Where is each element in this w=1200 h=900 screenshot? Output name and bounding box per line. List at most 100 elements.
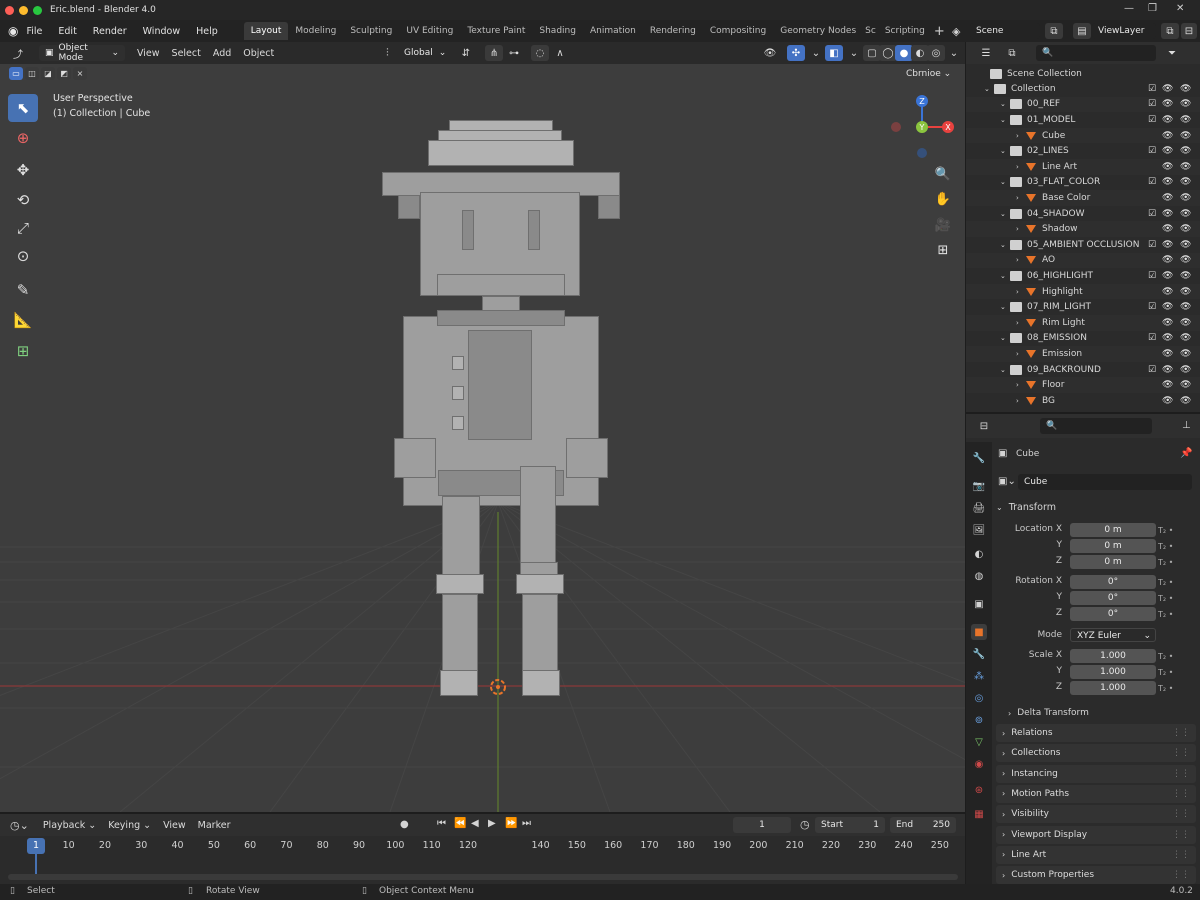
panel-custom-properties[interactable]: › Custom Properties ⋮⋮: [996, 866, 1196, 884]
drag-handle-icon[interactable]: ⋮⋮: [1172, 748, 1190, 758]
outliner-object-row[interactable]: › Highlight 👁 👁: [966, 283, 1200, 300]
drag-handle-icon[interactable]: ⋮⋮: [1172, 789, 1190, 799]
physics-tab-icon[interactable]: ◎: [971, 690, 987, 706]
tool-tab-icon[interactable]: 🔧: [971, 450, 987, 466]
menu-window[interactable]: Window: [135, 26, 188, 37]
visibility-eye-icon[interactable]: 👁: [1162, 240, 1173, 250]
visibility-eye-icon[interactable]: 👁: [1162, 146, 1173, 156]
render-visibility-icon[interactable]: 👁: [1180, 193, 1191, 203]
material-tab-icon[interactable]: ◉: [971, 756, 987, 772]
remove-view-layer-icon[interactable]: ⊟: [1181, 23, 1197, 39]
tab-animation[interactable]: Animation: [583, 22, 643, 40]
tab-sc[interactable]: Sc: [863, 22, 878, 40]
keyframe-dot-icon[interactable]: T₂ •: [1158, 575, 1173, 591]
exclude-checkbox-icon[interactable]: ☑: [1148, 240, 1156, 250]
exclude-checkbox-icon[interactable]: ☑: [1148, 99, 1156, 109]
pin-icon[interactable]: 📌: [1180, 448, 1192, 459]
render-visibility-icon[interactable]: 👁: [1180, 177, 1191, 187]
close-icon[interactable]: ✕: [1176, 3, 1184, 14]
outliner-object-row[interactable]: › Cube 👁 👁: [966, 127, 1200, 144]
outliner-object-row[interactable]: › Line Art 👁 👁: [966, 159, 1200, 175]
render-visibility-icon[interactable]: 👁: [1180, 349, 1191, 359]
scene-browse-icon[interactable]: ⧉: [1045, 23, 1063, 39]
view-layer-field[interactable]: ViewLayer: [1092, 23, 1156, 39]
add-workspace-icon[interactable]: +: [934, 24, 945, 39]
drag-handle-icon[interactable]: ⋮⋮: [1172, 728, 1190, 738]
timeline-editor-icon[interactable]: ◷⌄: [10, 819, 29, 832]
render-visibility-icon[interactable]: 👁: [1180, 271, 1191, 281]
texture-tab-icon[interactable]: ⊛: [971, 782, 987, 798]
expand-icon[interactable]: ›: [1016, 163, 1026, 171]
keyframe-dot-icon[interactable]: T₂ •: [1158, 649, 1173, 665]
render-visibility-icon[interactable]: 👁: [1180, 224, 1191, 234]
menu-render[interactable]: Render: [85, 26, 135, 37]
minimize-icon[interactable]: —: [1124, 3, 1134, 14]
end-frame-field[interactable]: End 250: [890, 817, 956, 833]
restore-icon[interactable]: ❐: [1148, 3, 1157, 14]
jump-end-icon[interactable]: ⏭: [522, 818, 531, 829]
render-visibility-icon[interactable]: 👁: [1180, 396, 1191, 406]
visibility-eye-icon[interactable]: 👁: [1162, 287, 1173, 297]
zoom-window-icon[interactable]: [33, 5, 42, 15]
keyframe-dot-icon[interactable]: T₂ •: [1158, 555, 1173, 571]
expand-icon[interactable]: ›: [1016, 397, 1026, 405]
render-visibility-icon[interactable]: 👁: [1180, 240, 1191, 250]
menu-keying[interactable]: Keying ⌄: [102, 820, 157, 831]
menu-help[interactable]: Help: [188, 26, 226, 37]
render-visibility-icon[interactable]: 👁: [1180, 255, 1191, 265]
visibility-eye-icon[interactable]: 👁: [1162, 380, 1173, 390]
exclude-checkbox-icon[interactable]: ☑: [1148, 177, 1156, 187]
exclude-checkbox-icon[interactable]: ☑: [1148, 302, 1156, 312]
expand-icon[interactable]: ›: [1016, 319, 1026, 327]
delta-transform-header[interactable]: › Delta Transform: [1008, 704, 1089, 722]
expand-icon[interactable]: ›: [1016, 350, 1026, 358]
visibility-eye-icon[interactable]: 👁: [1162, 302, 1173, 312]
visibility-eye-icon[interactable]: 👁: [1162, 255, 1173, 265]
tab-layout[interactable]: Layout: [243, 22, 289, 40]
rotation-y-field[interactable]: 0°: [1070, 591, 1156, 605]
visibility-eye-icon[interactable]: 👁: [1162, 224, 1173, 234]
scene-name-field[interactable]: Scene: [970, 23, 1040, 39]
outliner-collection-row[interactable]: ⌄ Collection ☑ 👁 👁: [966, 81, 1200, 97]
render-visibility-icon[interactable]: 👁: [1180, 365, 1191, 375]
outliner-object-row[interactable]: › BG 👁 👁: [966, 393, 1200, 409]
panel-relations[interactable]: › Relations ⋮⋮: [996, 724, 1196, 742]
visibility-eye-icon[interactable]: 👁: [1162, 193, 1173, 203]
rotation-mode-dropdown[interactable]: XYZ Euler ⌄: [1070, 628, 1156, 642]
outliner-object-row[interactable]: › Rim Light 👁 👁: [966, 315, 1200, 331]
view-layer-icon[interactable]: ▤: [1073, 23, 1091, 39]
outliner-editor-icon[interactable]: ☰: [977, 45, 995, 61]
keyframe-dot-icon[interactable]: T₂ •: [1158, 681, 1173, 697]
visibility-eye-icon[interactable]: 👁: [1162, 99, 1173, 109]
shader-tab-icon[interactable]: ▦: [971, 806, 987, 822]
collapse-icon[interactable]: ⌄: [1000, 272, 1010, 280]
tab-compositing[interactable]: Compositing: [703, 22, 773, 40]
rotation-z-field[interactable]: 0°: [1070, 607, 1156, 621]
output-tab-icon[interactable]: 🖨: [971, 500, 987, 516]
voxel-character-model[interactable]: [0, 42, 965, 812]
menu-edit[interactable]: Edit: [50, 26, 84, 37]
filter-icon[interactable]: ⏷: [1163, 45, 1181, 61]
tab-shading[interactable]: Shading: [532, 22, 583, 40]
render-visibility-icon[interactable]: 👁: [1180, 131, 1191, 141]
exclude-checkbox-icon[interactable]: ☑: [1148, 271, 1156, 281]
3d-viewport[interactable]: ⤴ ▣ Object Mode ⌄ View Select Add Object ⫶…: [0, 42, 965, 812]
tab-geometry-nodes[interactable]: Geometry Nodes: [773, 22, 863, 40]
keyframe-dot-icon[interactable]: T₂ •: [1158, 591, 1173, 607]
outliner-object-row[interactable]: › Base Color 👁 👁: [966, 190, 1200, 206]
panel-collections[interactable]: › Collections ⋮⋮: [996, 744, 1196, 763]
panel-motion-paths[interactable]: › Motion Paths ⋮⋮: [996, 784, 1196, 803]
data-tab-icon[interactable]: ▽: [971, 734, 987, 750]
exclude-checkbox-icon[interactable]: ☑: [1148, 84, 1156, 94]
visibility-eye-icon[interactable]: 👁: [1162, 162, 1173, 172]
minimize-window-icon[interactable]: [19, 5, 28, 15]
drag-handle-icon[interactable]: ⋮⋮: [1172, 809, 1190, 819]
render-tab-icon[interactable]: 📷: [971, 478, 987, 494]
properties-editor-icon[interactable]: ⊟: [975, 418, 993, 434]
collapse-icon[interactable]: ⌄: [984, 85, 994, 93]
outliner-object-row[interactable]: › AO 👁 👁: [966, 252, 1200, 269]
location-y-field[interactable]: 0 m: [1070, 539, 1156, 553]
close-window-icon[interactable]: [5, 5, 14, 15]
tab-scripting[interactable]: Scripting: [878, 22, 932, 40]
expand-icon[interactable]: ›: [1016, 256, 1026, 264]
